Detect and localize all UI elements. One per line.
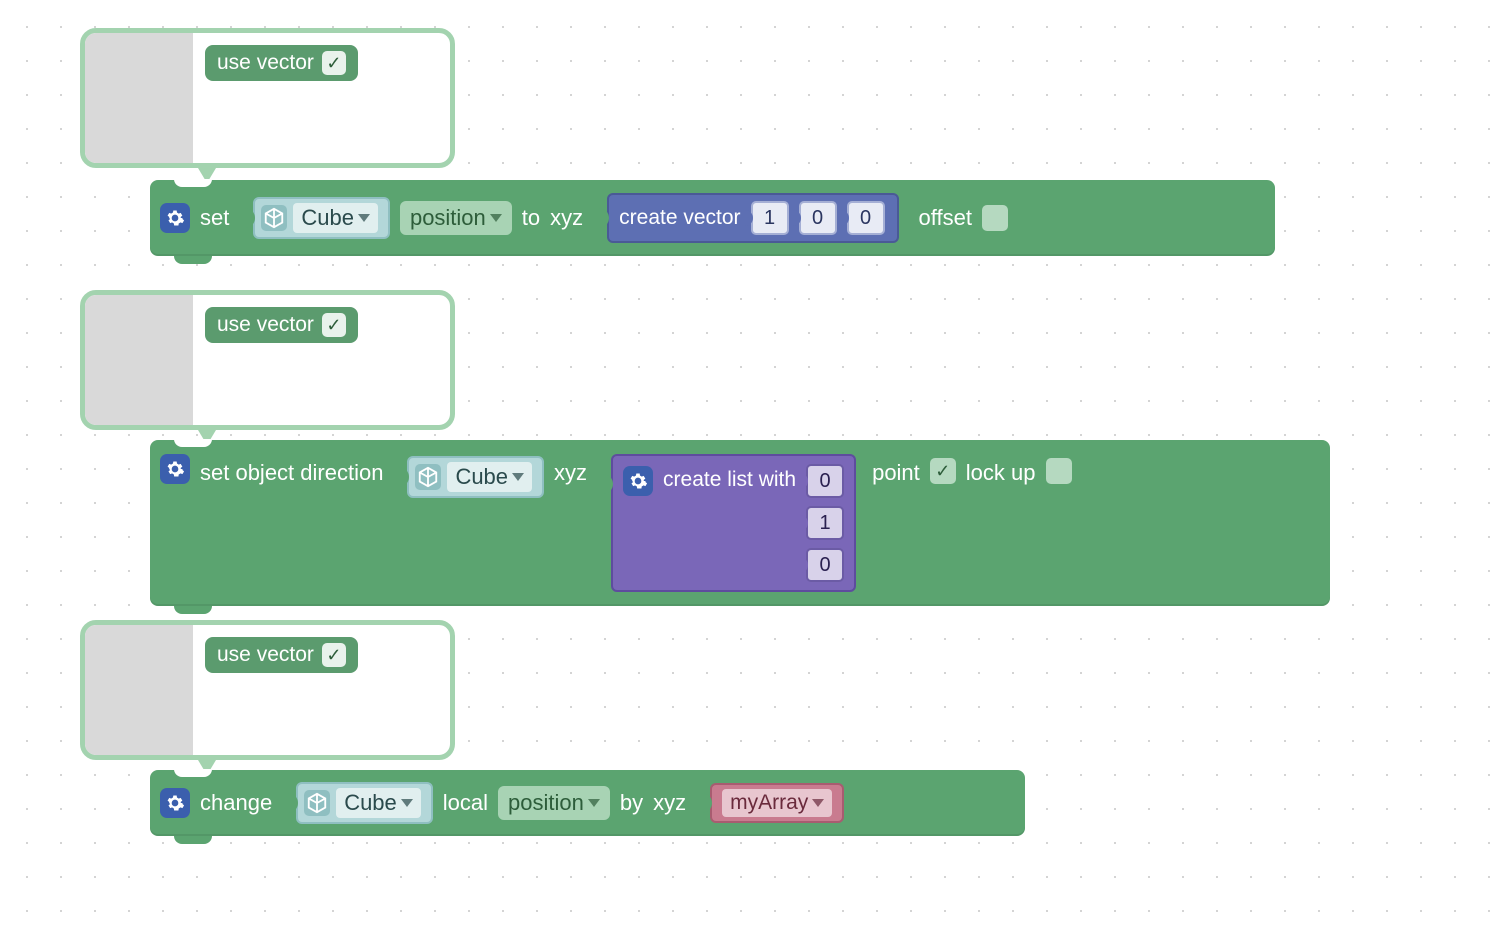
object-dropdown[interactable]: Cube — [447, 462, 532, 492]
offset-label: offset — [919, 205, 972, 231]
create-list-block[interactable]: create list with 0 1 0 — [611, 454, 856, 592]
object-slot[interactable]: Cube — [296, 782, 433, 824]
mutator-option-label: use vector — [217, 313, 314, 337]
mutator-option-label: use vector — [217, 51, 314, 75]
xyz-label: xyz — [554, 460, 587, 486]
cube-icon — [304, 790, 330, 816]
block-change-position[interactable]: change Cube local position by xyz myArra… — [150, 770, 1025, 836]
object-dropdown[interactable]: Cube — [293, 203, 378, 233]
point-label: point — [872, 460, 920, 486]
create-list-label: create list with — [663, 468, 796, 492]
mutator-checkbox[interactable]: ✓ — [322, 313, 346, 337]
list-value: 0 — [820, 470, 831, 493]
cube-icon — [415, 464, 441, 490]
mutator-bubble-3[interactable]: use vector ✓ — [80, 620, 455, 760]
xyz-label: xyz — [550, 205, 583, 231]
list-value-2[interactable]: 0 — [806, 548, 844, 582]
object-slot[interactable]: Cube — [407, 456, 544, 498]
offset-checkbox[interactable] — [982, 205, 1008, 231]
variable-block[interactable]: myArray — [710, 783, 844, 823]
point-checkbox[interactable]: ✓ — [930, 458, 956, 484]
mutator-drag-area[interactable] — [85, 33, 193, 163]
mutator-drag-area[interactable] — [85, 625, 193, 755]
mutator-options: use vector ✓ — [193, 33, 450, 163]
block-set-direction[interactable]: set object direction Cube xyz create lis… — [150, 440, 1330, 606]
chevron-down-icon — [812, 799, 824, 807]
property-label: position — [508, 790, 584, 816]
variable-dropdown[interactable]: myArray — [722, 789, 832, 817]
chevron-down-icon — [358, 214, 370, 222]
vector-z-value: 0 — [860, 207, 871, 230]
object-name: Cube — [301, 205, 354, 231]
chevron-down-icon — [588, 799, 600, 807]
by-label: by — [620, 790, 643, 816]
gear-icon[interactable] — [623, 466, 653, 496]
xyz-label: xyz — [653, 790, 686, 816]
gear-icon[interactable] — [160, 203, 190, 233]
set-direction-label: set object direction — [200, 460, 383, 486]
to-label: to — [522, 205, 540, 231]
chevron-down-icon — [401, 799, 413, 807]
vector-x-input[interactable]: 1 — [751, 201, 789, 235]
property-label: position — [410, 205, 486, 231]
mutator-options: use vector ✓ — [193, 295, 450, 425]
mutator-bubble-2[interactable]: use vector ✓ — [80, 290, 455, 430]
list-value-0[interactable]: 0 — [806, 464, 844, 498]
variable-name: myArray — [730, 791, 808, 815]
create-vector-label: create vector — [619, 206, 740, 230]
lockup-checkbox[interactable] — [1046, 458, 1072, 484]
object-name: Cube — [344, 790, 397, 816]
mutator-option-use-vector[interactable]: use vector ✓ — [205, 637, 358, 673]
change-label: change — [200, 790, 272, 816]
local-label: local — [443, 790, 488, 816]
block-set-position[interactable]: set Cube position to xyz create vector 1… — [150, 180, 1275, 256]
chevron-down-icon — [490, 214, 502, 222]
mutator-options: use vector ✓ — [193, 625, 450, 755]
list-value: 0 — [820, 554, 831, 577]
mutator-option-use-vector[interactable]: use vector ✓ — [205, 45, 358, 81]
mutator-checkbox[interactable]: ✓ — [322, 51, 346, 75]
gear-icon[interactable] — [160, 454, 190, 484]
mutator-option-label: use vector — [217, 643, 314, 667]
vector-y-value: 0 — [812, 207, 823, 230]
mutator-checkbox[interactable]: ✓ — [322, 643, 346, 667]
property-dropdown[interactable]: position — [498, 786, 610, 820]
vector-z-input[interactable]: 0 — [847, 201, 885, 235]
object-name: Cube — [455, 464, 508, 490]
create-vector-block[interactable]: create vector 1 0 0 — [607, 193, 898, 243]
chevron-down-icon — [512, 473, 524, 481]
property-dropdown[interactable]: position — [400, 201, 512, 235]
set-label: set — [200, 205, 229, 231]
list-value: 1 — [820, 512, 831, 535]
lockup-label: lock up — [966, 460, 1036, 486]
mutator-drag-area[interactable] — [85, 295, 193, 425]
gear-icon[interactable] — [160, 788, 190, 818]
object-slot[interactable]: Cube — [253, 197, 390, 239]
vector-y-input[interactable]: 0 — [799, 201, 837, 235]
cube-icon — [261, 205, 287, 231]
list-value-1[interactable]: 1 — [806, 506, 844, 540]
mutator-bubble-1[interactable]: use vector ✓ — [80, 28, 455, 168]
object-dropdown[interactable]: Cube — [336, 788, 421, 818]
vector-x-value: 1 — [764, 207, 775, 230]
mutator-option-use-vector[interactable]: use vector ✓ — [205, 307, 358, 343]
